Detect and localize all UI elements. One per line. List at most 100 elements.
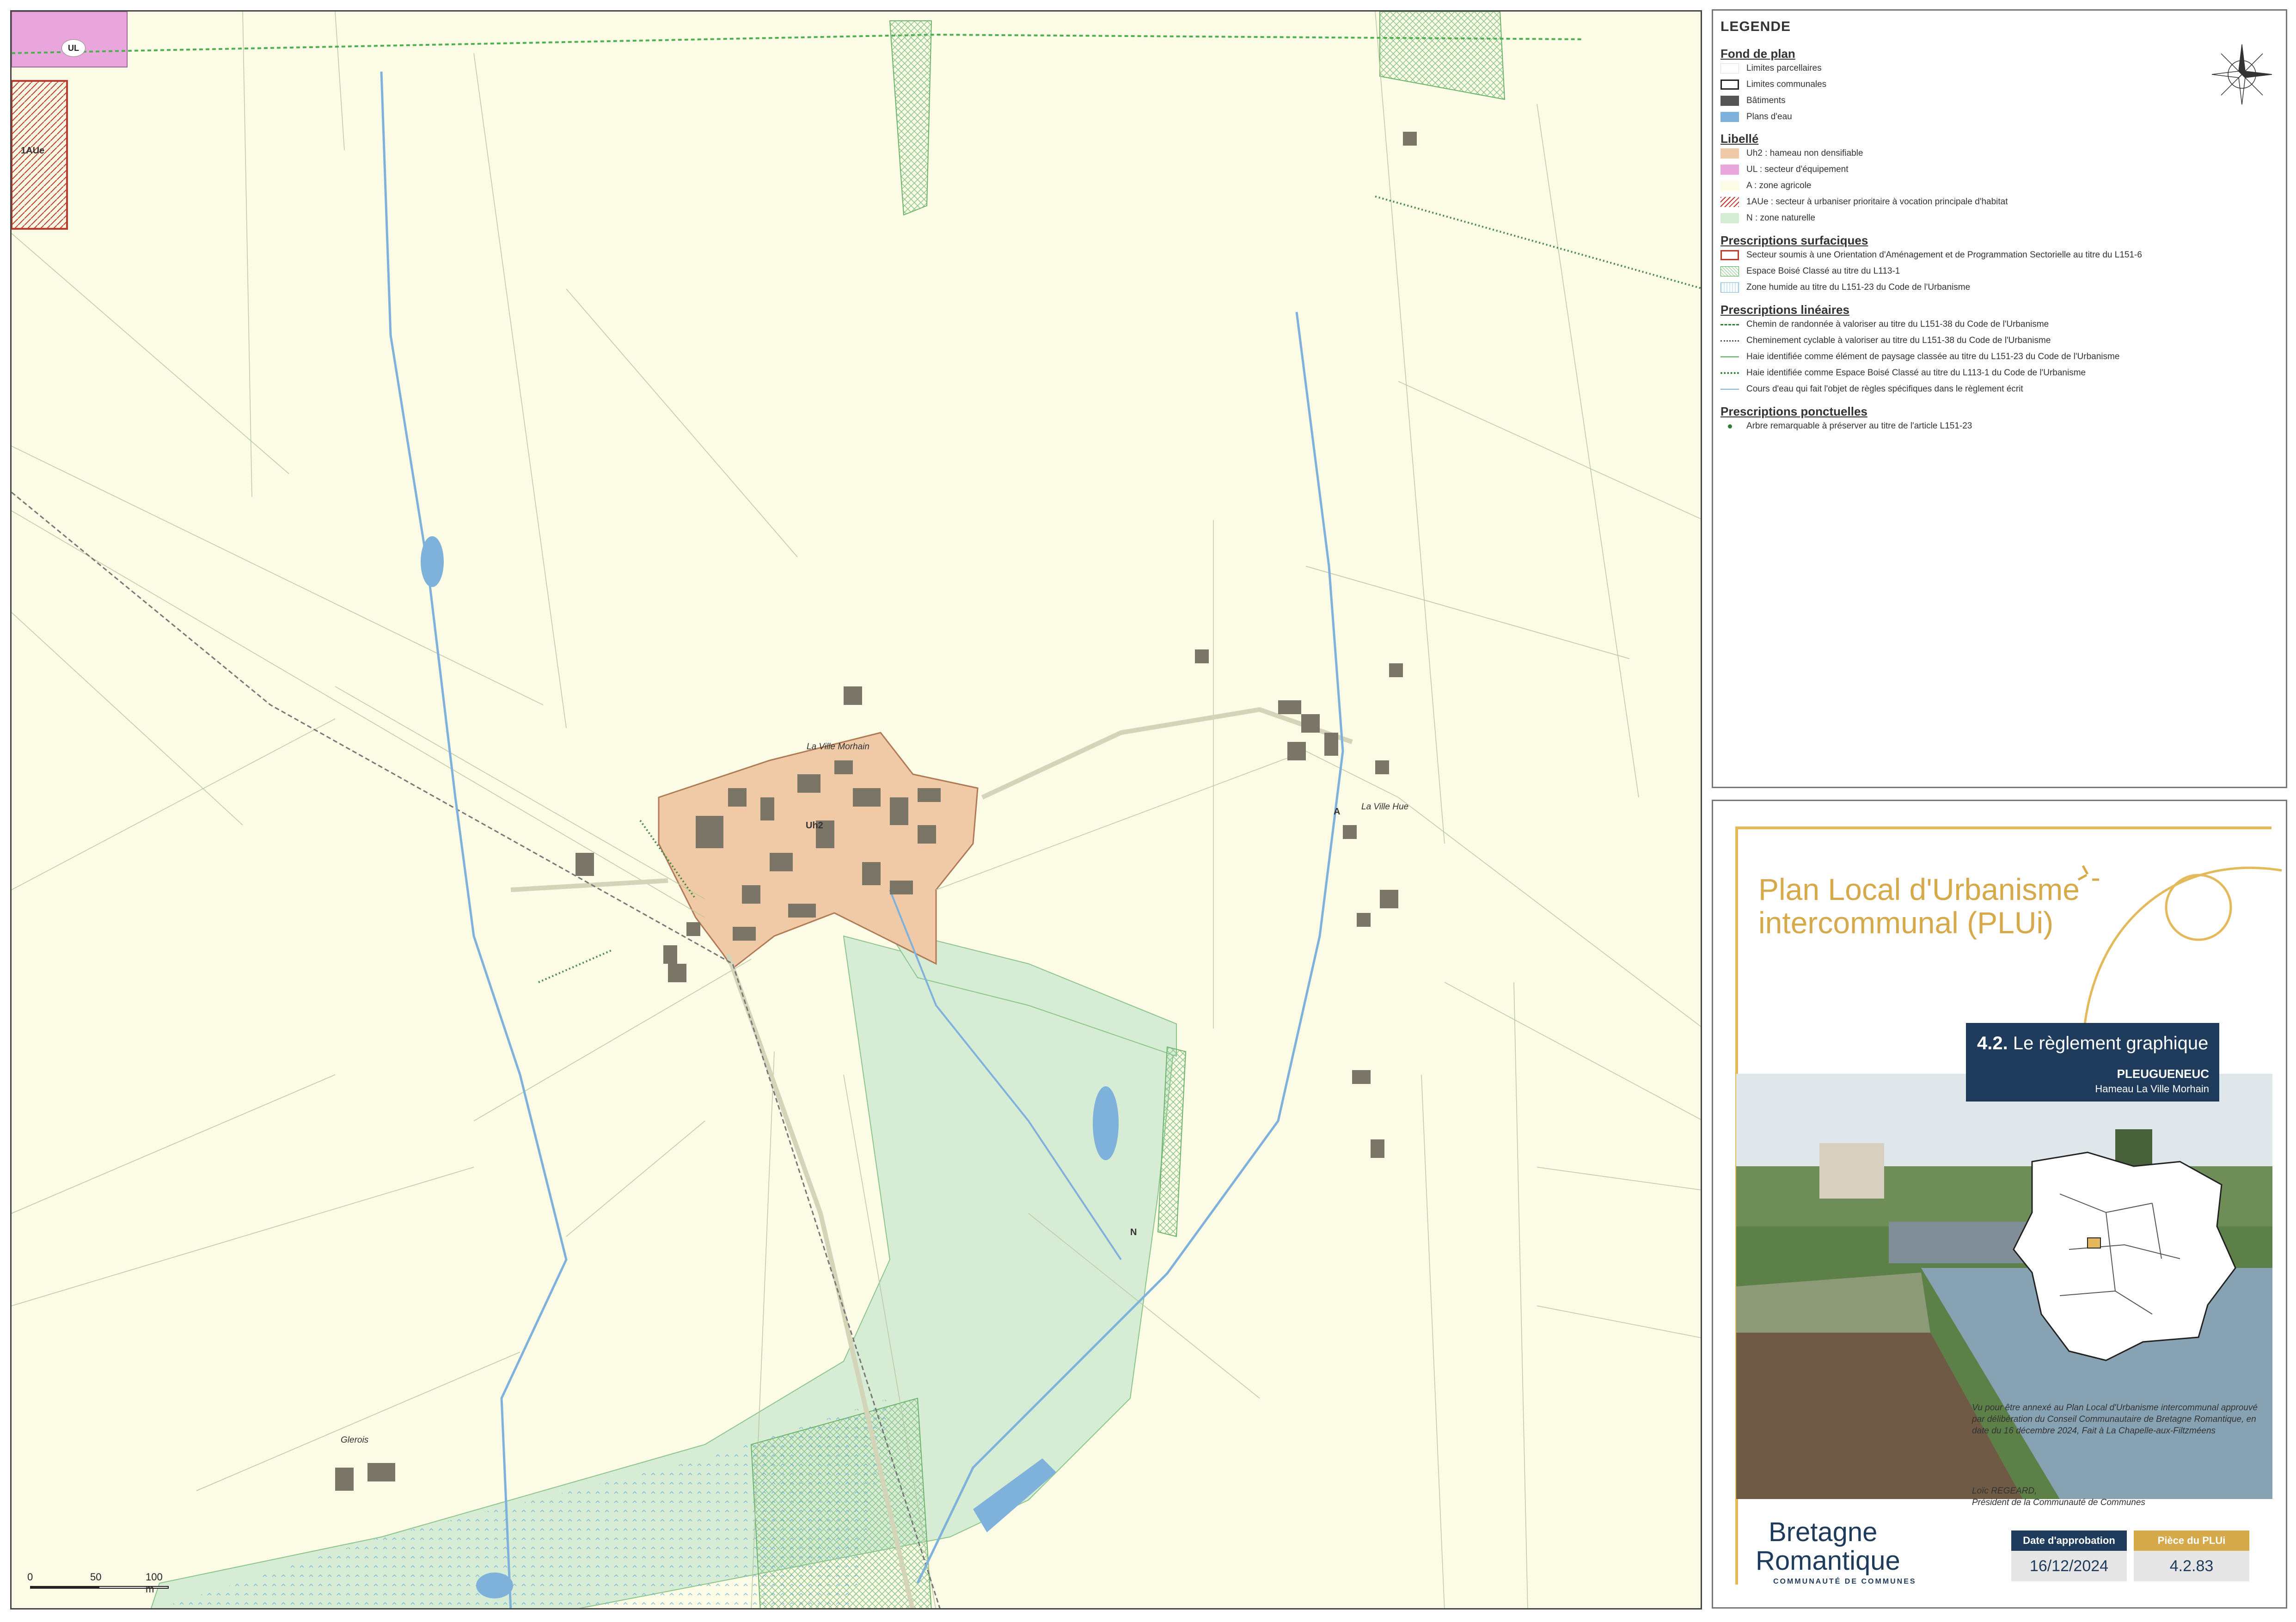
- legend-item: Bâtiments: [1720, 95, 1785, 107]
- ebc-swatch: [1720, 266, 1739, 276]
- piece-title: Le règlement graphique: [2013, 1033, 2209, 1053]
- legend-section-lineaires: Prescriptions linéaires: [1720, 303, 1849, 317]
- zone-label-ul: UL: [61, 39, 86, 57]
- pond: [476, 1573, 513, 1598]
- legend-item: Arbre remarquable à préserver au titre d…: [1720, 420, 1972, 432]
- piece-heading: 4.2. Le règlement graphique: [1977, 1033, 2208, 1054]
- legend-item: Limites parcellaires: [1720, 62, 1822, 74]
- legend-section-ponctuelles: Prescriptions ponctuelles: [1720, 404, 1867, 418]
- legend-section-libelle: Libellé: [1720, 132, 1759, 146]
- legend-item: Zone humide au titre du L151-23 du Code …: [1720, 282, 1970, 294]
- cycle-path-swatch: [1720, 340, 1739, 342]
- commune-name: PLEUGUENEUC: [2117, 1067, 2209, 1081]
- legend-item: Espace Boisé Classé au titre du L113-1: [1720, 265, 1900, 277]
- legend-item: A : zone agricole: [1720, 180, 1811, 192]
- legend-section-surfaciques: Prescriptions surfaciques: [1720, 233, 1868, 247]
- approval-date-value: 16/12/2024: [2011, 1551, 2127, 1581]
- hameau-name: Hameau La Ville Morhain: [2095, 1083, 2209, 1095]
- legend-item-label: Cheminement cyclable à valoriser au titr…: [1746, 336, 2051, 345]
- parcel-limit-swatch: [1720, 63, 1739, 73]
- legend-item: Cours d'eau qui fait l'objet de règles s…: [1720, 383, 2023, 395]
- legend-item: Haie identifiée comme Espace Boisé Class…: [1720, 367, 2086, 379]
- zone-marker-n: N: [1130, 1227, 1137, 1237]
- legend-panel: LEGENDE Fond de plan Limites parcellaire…: [1712, 9, 2287, 788]
- scale-tick-50: 50: [90, 1571, 102, 1583]
- legend-item: Uh2 : hameau non densifiable: [1720, 147, 1863, 159]
- legend-item-label: Haie identifiée comme élément de paysage…: [1746, 352, 2120, 361]
- piece-number: 4.2.: [1977, 1033, 2008, 1053]
- legend-item-label: Limites communales: [1746, 80, 1827, 89]
- logo-line3: COMMUNAUTÉ DE COMMUNES: [1773, 1578, 1916, 1585]
- piece-band: 4.2. Le règlement graphique PLEUGUENEUC …: [1966, 1023, 2219, 1102]
- legend-item-label: Cours d'eau qui fait l'objet de règles s…: [1746, 384, 2023, 394]
- legend-item: N : zone naturelle: [1720, 212, 1815, 224]
- hedge-line: [12, 33, 1584, 54]
- signatory-name: Loïc REGEARD,: [1972, 1486, 2037, 1496]
- plan-title-line1: Plan Local d'Urbanisme: [1758, 872, 2080, 906]
- legend-item: Cheminement cyclable à valoriser au titr…: [1720, 335, 2051, 347]
- legend-item: UL : secteur d'équipement: [1720, 164, 1849, 176]
- place-la-ville-hue: La Ville Hue: [1361, 802, 1409, 812]
- wetland-swatch: [1720, 282, 1739, 293]
- zone-marker-a: A: [1334, 807, 1341, 817]
- scale-tick-0: 0: [27, 1571, 33, 1583]
- map-frame[interactable]: UL 1AUe Uh2 La Ville Morhain La Ville Hu…: [10, 10, 1702, 1610]
- title-block: Plan Local d'Urbanisme intercommunal (PL…: [1712, 800, 2287, 1609]
- ebc-area: [889, 20, 932, 216]
- stream-swatch: [1720, 389, 1739, 390]
- hiking-path-swatch: [1720, 324, 1739, 325]
- 1aue-swatch: [1720, 197, 1739, 207]
- ul-swatch: [1720, 165, 1739, 175]
- approval-date-box: Date d'approbation 16/12/2024: [2011, 1530, 2127, 1581]
- buildings-swatch: [1720, 96, 1739, 106]
- zone-label-1aue: 1AUe: [21, 146, 45, 156]
- legend-title: LEGENDE: [1720, 19, 1791, 34]
- legend-item: Plans d'eau: [1720, 111, 1792, 123]
- signatory: Loïc REGEARD, Président de la Communauté…: [1972, 1485, 2263, 1508]
- legend-item-label: Espace Boisé Classé au titre du L113-1: [1746, 266, 1900, 276]
- stream: [380, 71, 568, 1608]
- legend-item-label: 1AUe : secteur à urbaniser prioritaire à…: [1746, 197, 2008, 207]
- pond: [421, 536, 444, 587]
- legend-item-label: N : zone naturelle: [1746, 213, 1815, 223]
- legend-item-label: A : zone agricole: [1746, 181, 1812, 190]
- compass-rose-icon: [2211, 44, 2272, 105]
- approval-text: Vu pour être annexé au Plan Local d'Urba…: [1972, 1403, 2258, 1436]
- legend-section-fond: Fond de plan: [1720, 47, 1795, 61]
- oap-swatch: [1720, 250, 1739, 260]
- legend-item-label: Secteur soumis à une Orientation d'Aména…: [1746, 250, 2142, 260]
- piece-box: Pièce du PLUi 4.2.83: [2134, 1530, 2249, 1581]
- zone-uh2: [658, 732, 979, 970]
- place-la-ville-morhain: La Ville Morhain: [807, 742, 869, 752]
- legend-item-label: Arbre remarquable à préserver au titre d…: [1746, 421, 1972, 431]
- n-swatch: [1720, 213, 1739, 223]
- legend-item: Limites communales: [1720, 79, 1826, 91]
- piece-value: 4.2.83: [2134, 1551, 2249, 1581]
- legend-item: Haie identifiée comme élément de paysage…: [1720, 351, 2119, 363]
- plan-title: Plan Local d'Urbanisme intercommunal (PL…: [1758, 873, 2174, 939]
- scale-tick-100: 100 m: [146, 1571, 163, 1595]
- bretagne-romantique-logo: Bretagne Romantique COMMUNAUTÉ DE COMMUN…: [1736, 1504, 1921, 1596]
- commune-limit-swatch: [1720, 80, 1739, 90]
- legend-item: Chemin de randonnée à valoriser au titre…: [1720, 318, 2049, 331]
- map-canvas: [12, 12, 1701, 1608]
- piece-label: Pièce du PLUi: [2134, 1530, 2249, 1551]
- ebc-area: [1379, 12, 1506, 100]
- legend-item-label: Limites parcellaires: [1746, 63, 1822, 73]
- a-swatch: [1720, 181, 1739, 191]
- legend-item-label: Uh2 : hameau non densifiable: [1746, 148, 1863, 158]
- signatory-role: Président de la Communauté de Communes: [1972, 1498, 2145, 1507]
- water-swatch: [1720, 112, 1739, 122]
- hedge-swatch: [1720, 356, 1739, 357]
- plan-title-line2: intercommunal (PLUi): [1758, 906, 2054, 940]
- hedge-ebc-swatch: [1720, 372, 1739, 374]
- logo-line1: Bretagne: [1769, 1517, 1878, 1547]
- tree-swatch: [1720, 421, 1739, 431]
- pond: [1093, 1086, 1119, 1160]
- logo-line2: Romantique: [1756, 1546, 1900, 1576]
- legend-item-label: Bâtiments: [1746, 96, 1786, 105]
- uh2-swatch: [1720, 148, 1739, 159]
- legend-item-label: Zone humide au titre du L151-23 du Code …: [1746, 282, 1971, 292]
- legend-item-label: Plans d'eau: [1746, 112, 1792, 122]
- zone-label-uh2: Uh2: [806, 820, 823, 831]
